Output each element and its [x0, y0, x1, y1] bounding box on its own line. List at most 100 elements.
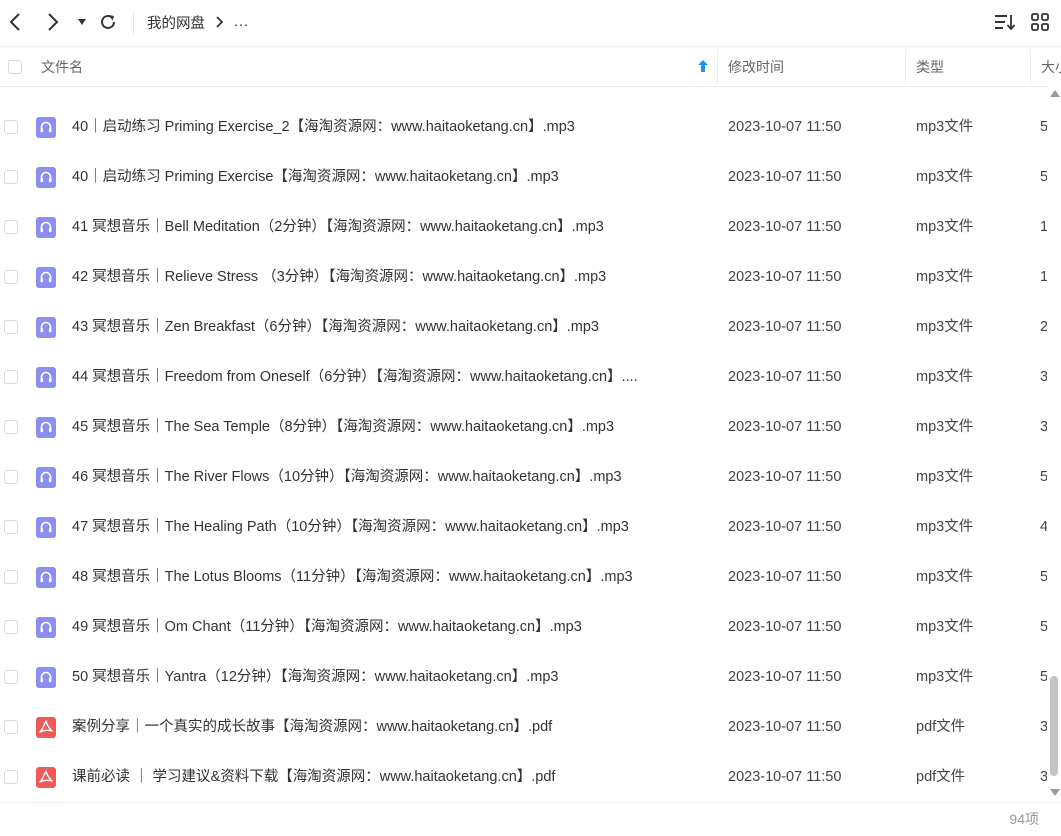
- row-checkbox[interactable]: [4, 770, 18, 784]
- file-row[interactable]: 45 冥想音乐｜The Sea Temple（8分钟）【海淘资源网：www.ha…: [0, 402, 1047, 452]
- row-checkbox[interactable]: [4, 220, 18, 234]
- file-name[interactable]: 46 冥想音乐｜The River Flows（10分钟）【海淘资源网：www.…: [72, 452, 700, 502]
- grid-view-button[interactable]: [1027, 8, 1053, 36]
- checkbox[interactable]: [8, 59, 22, 74]
- file-row[interactable]: 49 冥想音乐｜Om Chant（11分钟）【海淘资源网：www.haitaok…: [0, 602, 1047, 652]
- file-name[interactable]: 44 冥想音乐｜Freedom from Oneself（6分钟）【海淘资源网：…: [72, 352, 700, 402]
- file-name[interactable]: 49 冥想音乐｜Om Chant（11分钟）【海淘资源网：www.haitaok…: [72, 602, 700, 652]
- row-checkbox[interactable]: [4, 570, 18, 584]
- file-name[interactable]: 案例分享｜一个真实的成长故事【海淘资源网：www.haitaoketang.cn…: [72, 702, 700, 752]
- row-checkbox[interactable]: [4, 520, 18, 534]
- row-checkbox[interactable]: [4, 170, 18, 184]
- file-size: 5: [1040, 469, 1047, 485]
- row-checkbox[interactable]: [4, 670, 18, 684]
- scroll-down-arrow-icon[interactable]: [1050, 789, 1060, 796]
- scroll-up-arrow-icon[interactable]: [1050, 90, 1060, 97]
- column-size[interactable]: 大小: [1041, 47, 1061, 86]
- chevron-left-icon: [9, 13, 20, 31]
- column-name[interactable]: 文件名: [41, 47, 83, 86]
- row-checkbox[interactable]: [4, 320, 18, 334]
- file-name[interactable]: 40｜启动练习 Priming Exercise_2【海淘资源网：www.hai…: [72, 102, 700, 152]
- file-type: mp3文件: [916, 619, 974, 635]
- file-name[interactable]: 45 冥想音乐｜The Sea Temple（8分钟）【海淘资源网：www.ha…: [72, 402, 700, 452]
- file-type: mp3文件: [916, 169, 974, 185]
- scrollbar-thumb[interactable]: [1050, 676, 1058, 776]
- sort-button[interactable]: [992, 8, 1018, 36]
- file-modified: 2023-10-07 11:50: [728, 369, 842, 385]
- item-count: 94项: [1009, 811, 1039, 827]
- toolbar-divider: [133, 12, 134, 34]
- file-row[interactable]: 案例分享｜一个真实的成长故事【海淘资源网：www.haitaoketang.cn…: [0, 702, 1047, 752]
- file-row[interactable]: 课前必读 ｜ 学习建议&资料下载【海淘资源网：www.haitaoketang.…: [0, 752, 1047, 802]
- file-size: 5: [1040, 669, 1047, 685]
- row-checkbox[interactable]: [4, 470, 18, 484]
- file-modified: 2023-10-07 11:50: [728, 219, 842, 235]
- history-dropdown-button[interactable]: [74, 8, 90, 36]
- row-checkbox[interactable]: [4, 720, 18, 734]
- file-row[interactable]: 43 冥想音乐｜Zen Breakfast（6分钟）【海淘资源网：www.hai…: [0, 302, 1047, 352]
- file-modified: 2023-10-07 11:50: [728, 519, 842, 535]
- file-name[interactable]: 40｜启动练习 Priming Exercise【海淘资源网：www.haita…: [72, 152, 700, 202]
- column-type[interactable]: 类型: [916, 47, 944, 86]
- status-bar: 94项: [0, 802, 1061, 834]
- file-type: mp3文件: [916, 219, 974, 235]
- audio-file-icon: [36, 667, 56, 688]
- file-modified: 2023-10-07 11:50: [728, 669, 842, 685]
- file-name[interactable]: 43 冥想音乐｜Zen Breakfast（6分钟）【海淘资源网：www.hai…: [72, 302, 700, 352]
- column-modified[interactable]: 修改时间: [728, 47, 784, 86]
- file-size: 5: [1040, 619, 1047, 635]
- audio-file-icon: [36, 267, 56, 288]
- file-modified: 2023-10-07 11:50: [728, 619, 842, 635]
- column-divider[interactable]: [905, 49, 906, 84]
- select-all-checkbox[interactable]: [8, 47, 22, 86]
- breadcrumb-root[interactable]: 我的网盘: [147, 12, 205, 33]
- audio-file-icon: [36, 617, 56, 638]
- audio-file-icon: [36, 317, 56, 338]
- file-row[interactable]: 40｜启动练习 Priming Exercise【海淘资源网：www.haita…: [0, 152, 1047, 202]
- file-size: 3: [1040, 719, 1047, 735]
- column-divider[interactable]: [1030, 49, 1031, 84]
- file-modified: 2023-10-07 11:50: [728, 119, 842, 135]
- vertical-scrollbar[interactable]: [1047, 86, 1061, 802]
- breadcrumb-more[interactable]: ...: [234, 14, 249, 30]
- sort-ascending-icon[interactable]: [697, 59, 709, 73]
- file-name[interactable]: 47 冥想音乐｜The Healing Path（10分钟）【海淘资源网：www…: [72, 502, 700, 552]
- audio-file-icon: [36, 117, 56, 138]
- pdf-file-icon: [36, 767, 56, 788]
- row-checkbox[interactable]: [4, 120, 18, 134]
- file-row[interactable]: 40｜启动练习 Priming Exercise_2【海淘资源网：www.hai…: [0, 102, 1047, 152]
- audio-file-icon: [36, 217, 56, 238]
- row-checkbox[interactable]: [4, 420, 18, 434]
- file-type: pdf文件: [916, 769, 966, 785]
- file-row[interactable]: 48 冥想音乐｜The Lotus Blooms（11分钟）【海淘资源网：www…: [0, 552, 1047, 602]
- file-type: pdf文件: [916, 719, 966, 735]
- refresh-button[interactable]: [96, 8, 120, 36]
- file-size: 2: [1040, 319, 1047, 335]
- file-size: 1: [1040, 219, 1047, 235]
- file-name[interactable]: 课前必读 ｜ 学习建议&资料下载【海淘资源网：www.haitaoketang.…: [72, 752, 700, 802]
- back-button[interactable]: [2, 8, 28, 36]
- file-size: 5: [1040, 119, 1047, 135]
- file-name[interactable]: 48 冥想音乐｜The Lotus Blooms（11分钟）【海淘资源网：www…: [72, 552, 700, 602]
- column-divider[interactable]: [717, 49, 718, 84]
- row-checkbox[interactable]: [4, 270, 18, 284]
- file-name[interactable]: 50 冥想音乐｜Yantra（12分钟）【海淘资源网：www.haitaoket…: [72, 652, 700, 702]
- file-type: mp3文件: [916, 269, 974, 285]
- file-row[interactable]: 42 冥想音乐｜Relieve Stress （3分钟）【海淘资源网：www.h…: [0, 252, 1047, 302]
- file-name[interactable]: 42 冥想音乐｜Relieve Stress （3分钟）【海淘资源网：www.h…: [72, 252, 700, 302]
- file-size: 1: [1040, 269, 1047, 285]
- row-checkbox[interactable]: [4, 370, 18, 384]
- file-row[interactable]: 46 冥想音乐｜The River Flows（10分钟）【海淘资源网：www.…: [0, 452, 1047, 502]
- file-row[interactable]: 44 冥想音乐｜Freedom from Oneself（6分钟）【海淘资源网：…: [0, 352, 1047, 402]
- file-row[interactable]: 47 冥想音乐｜The Healing Path（10分钟）【海淘资源网：www…: [0, 502, 1047, 552]
- row-checkbox[interactable]: [4, 620, 18, 634]
- file-row[interactable]: 50 冥想音乐｜Yantra（12分钟）【海淘资源网：www.haitaoket…: [0, 652, 1047, 702]
- breadcrumb-separator: [215, 15, 224, 29]
- file-modified: 2023-10-07 11:50: [728, 419, 842, 435]
- forward-button[interactable]: [40, 8, 66, 36]
- file-modified: 2023-10-07 11:50: [728, 569, 842, 585]
- file-row[interactable]: 41 冥想音乐｜Bell Meditation（2分钟）【海淘资源网：www.h…: [0, 202, 1047, 252]
- file-type: mp3文件: [916, 519, 974, 535]
- file-list: 40｜启动练习 Priming Exercise_2【海淘资源网：www.hai…: [0, 86, 1047, 802]
- file-name[interactable]: 41 冥想音乐｜Bell Meditation（2分钟）【海淘资源网：www.h…: [72, 202, 700, 252]
